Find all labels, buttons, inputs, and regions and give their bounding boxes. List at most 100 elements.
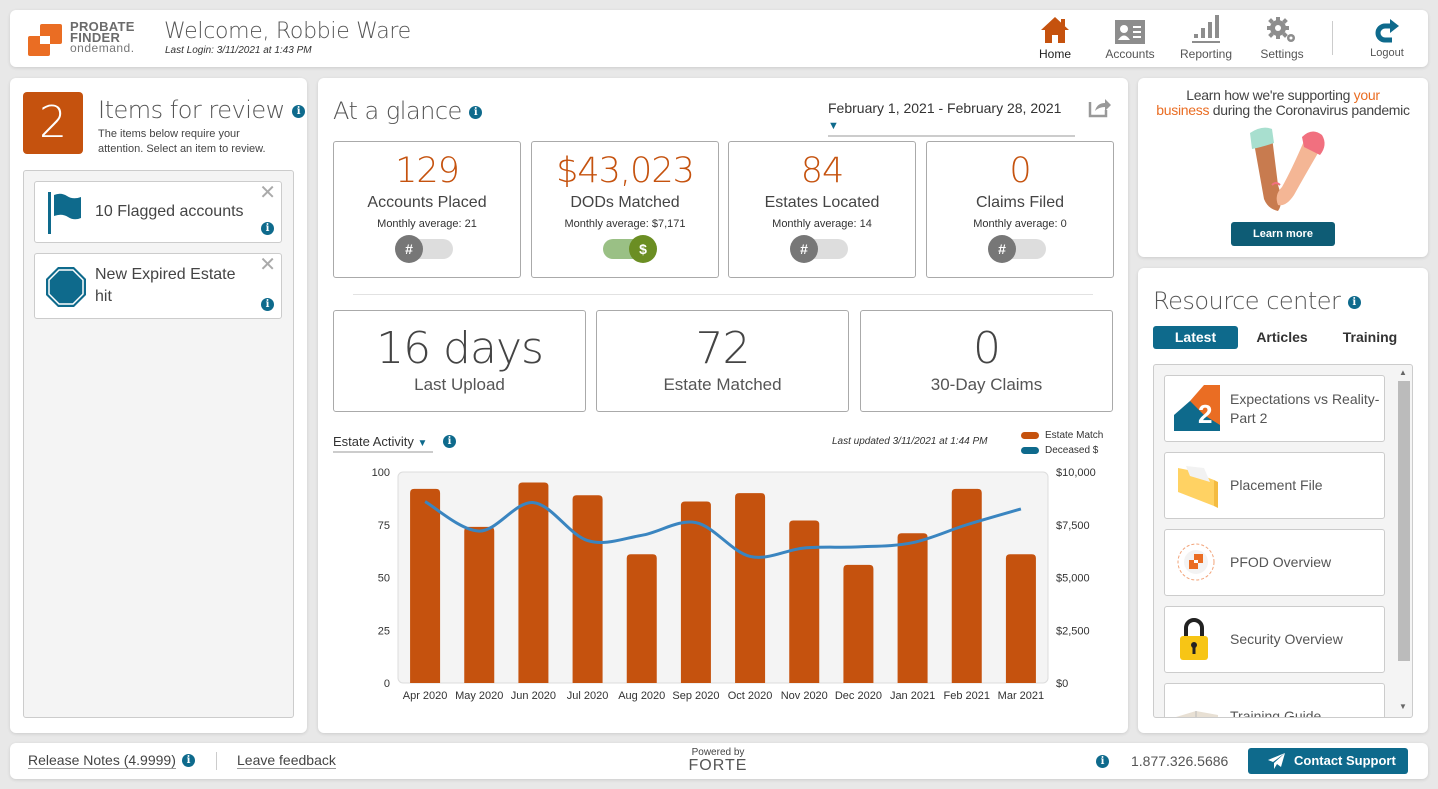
footer: Release Notes (4.9999) i Leave feedback …	[10, 743, 1428, 779]
logo-line-3: ondemand.	[70, 41, 135, 55]
close-icon[interactable]: ✕	[259, 255, 276, 275]
y-tick-left: 50	[378, 573, 390, 585]
resource-center-panel: Resource center i Latest Articles Traini…	[1138, 268, 1428, 733]
legend-item-estate-match[interactable]: Estate Match	[1021, 428, 1103, 443]
nav-settings[interactable]: Settings	[1247, 14, 1317, 61]
resource-item[interactable]: Placement File	[1164, 452, 1385, 519]
gear-icon	[1266, 14, 1298, 44]
leave-feedback-link[interactable]: Leave feedback	[237, 753, 336, 769]
date-range-select[interactable]: February 1, 2021 - February 28, 2021 ▼	[828, 100, 1075, 137]
scrollbar-thumb[interactable]	[1398, 381, 1410, 661]
stat-value: 0	[973, 323, 1001, 374]
bar-estate-match	[735, 493, 766, 683]
nav-reporting[interactable]: Reporting	[1171, 14, 1241, 61]
nav-divider	[1332, 21, 1333, 55]
resource-item[interactable]: Security Overview	[1164, 606, 1385, 673]
y-tick-right: $2,500	[1056, 625, 1090, 637]
legend-item-deceased[interactable]: Deceased $	[1021, 443, 1103, 458]
x-tick-label: Sep 2020	[672, 690, 719, 702]
learn-more-button[interactable]: Learn more	[1231, 222, 1335, 246]
x-tick-label: Dec 2020	[835, 690, 882, 702]
forte-logo: FORTE	[688, 757, 748, 774]
close-icon[interactable]: ✕	[259, 183, 276, 203]
estate-activity-chart: 0 25 50 75 100 $0 $2,500 $5,000 $7,500 $10,000 Apr…	[372, 467, 1096, 702]
scroll-up-icon[interactable]: ▲	[1399, 368, 1407, 377]
x-tick-label: Nov 2020	[781, 690, 828, 702]
review-item-label: New Expired Estate hit	[95, 266, 236, 305]
top-header: PROBATE FINDER ondemand. Welcome, Robbie…	[10, 10, 1428, 67]
info-icon[interactable]: i	[291, 104, 305, 118]
stat-average: Monthly average: 0	[973, 218, 1067, 230]
info-icon[interactable]: i	[182, 754, 195, 767]
release-notes-link[interactable]: Release Notes (4.9999)	[28, 753, 176, 769]
dollar-icon: $	[629, 235, 657, 263]
nav-accounts[interactable]: Accounts	[1095, 14, 1165, 61]
x-tick-label: Mar 2021	[998, 690, 1044, 702]
stat-card-estates-located[interactable]: 84 Estates Located Monthly average: 14 #	[728, 141, 916, 278]
bar-estate-match	[680, 501, 711, 683]
id-card-icon	[1115, 14, 1145, 44]
x-tick-label: Apr 2020	[403, 690, 448, 702]
x-tick-label: Oct 2020	[728, 690, 773, 702]
tab-training[interactable]: Training	[1326, 326, 1414, 349]
info-icon[interactable]: i	[261, 298, 274, 311]
stat-label: Estates Located	[764, 194, 880, 211]
promo-text-1: Learn how we're supporting	[1186, 87, 1354, 103]
welcome-title: Welcome, Robbie Ware	[164, 19, 411, 44]
x-tick-label: Jan 2021	[890, 690, 935, 702]
stat-card-dods-matched[interactable]: $43,023 DODs Matched Monthly average: $7…	[531, 141, 719, 278]
stat-label: Last Upload	[414, 375, 505, 394]
nav-home[interactable]: Home	[1020, 14, 1090, 61]
legend-label: Estate Match	[1045, 430, 1104, 441]
stat-card-claims-filed[interactable]: 0 Claims Filed Monthly average: 0 #	[926, 141, 1114, 278]
share-export-icon[interactable]	[1088, 96, 1112, 123]
tab-latest[interactable]: Latest	[1153, 326, 1238, 349]
stat-card-accounts-placed[interactable]: 129 Accounts Placed Monthly average: 21 …	[333, 141, 521, 278]
scroll-down-icon[interactable]: ▼	[1399, 702, 1407, 711]
resource-item[interactable]: PFOD Overview	[1164, 529, 1385, 596]
resource-item-label: PFOD Overview	[1230, 554, 1332, 570]
hash-icon: #	[790, 235, 818, 263]
paper-plane-icon	[1268, 753, 1285, 769]
contact-support-button[interactable]: Contact Support	[1248, 748, 1408, 774]
chart-type-select[interactable]: Estate Activity ▼	[333, 434, 433, 453]
resource-item-label: Security Overview	[1230, 631, 1343, 647]
home-icon	[1040, 14, 1070, 44]
resource-item[interactable]: 2 Expectations vs Reality- Part 2	[1164, 375, 1385, 442]
count-toggle[interactable]: #	[988, 235, 1052, 263]
info-icon[interactable]: i	[1347, 295, 1361, 309]
count-toggle[interactable]: #	[790, 235, 854, 263]
probate-finder-logo[interactable]: PROBATE FINDER ondemand.	[28, 20, 148, 57]
bar-estate-match	[464, 526, 495, 683]
stat-label: 30-Day Claims	[930, 375, 1043, 394]
review-panel: 2 Items for review i The items below req…	[10, 78, 307, 733]
info-icon[interactable]: i	[1096, 755, 1109, 768]
hash-icon: #	[988, 235, 1016, 263]
info-icon[interactable]: i	[443, 435, 456, 448]
number-2-icon: 2	[1174, 385, 1220, 431]
stat-value: 16 days	[376, 323, 544, 374]
resource-center-title-text: Resource center	[1153, 287, 1341, 315]
x-tick-label: May 2020	[455, 690, 503, 702]
resource-item-label: Training Guide	[1230, 708, 1322, 718]
promo-highlight-2: business	[1156, 102, 1210, 118]
tab-articles[interactable]: Articles	[1238, 326, 1326, 349]
info-icon[interactable]: i	[468, 105, 482, 119]
stat-card-30-day-claims: 0 30-Day Claims	[860, 310, 1113, 412]
nav-logout[interactable]: Logout	[1352, 14, 1422, 59]
info-icon[interactable]: i	[261, 222, 274, 235]
promo-highlight-1: your	[1353, 87, 1380, 103]
count-toggle[interactable]: #	[395, 235, 459, 263]
y-tick-right: $5,000	[1056, 573, 1090, 585]
resource-item[interactable]: Training Guide	[1164, 683, 1385, 718]
dollar-toggle[interactable]: $	[593, 235, 657, 263]
resource-scrollbar[interactable]: ▲ ▼	[1396, 366, 1411, 716]
legend-label: Deceased $	[1045, 445, 1099, 456]
y-tick-right: $0	[1056, 678, 1068, 690]
review-item-expired-estate[interactable]: New Expired Estate hit ✕ i	[34, 253, 282, 319]
resource-tabs: Latest Articles Training	[1153, 326, 1414, 349]
y-tick-right: $7,500	[1056, 520, 1090, 532]
stat-label: Claims Filed	[975, 194, 1064, 211]
review-item-flagged[interactable]: 10 Flagged accounts ✕ i	[34, 181, 282, 243]
x-tick-label: Jun 2020	[511, 690, 556, 702]
